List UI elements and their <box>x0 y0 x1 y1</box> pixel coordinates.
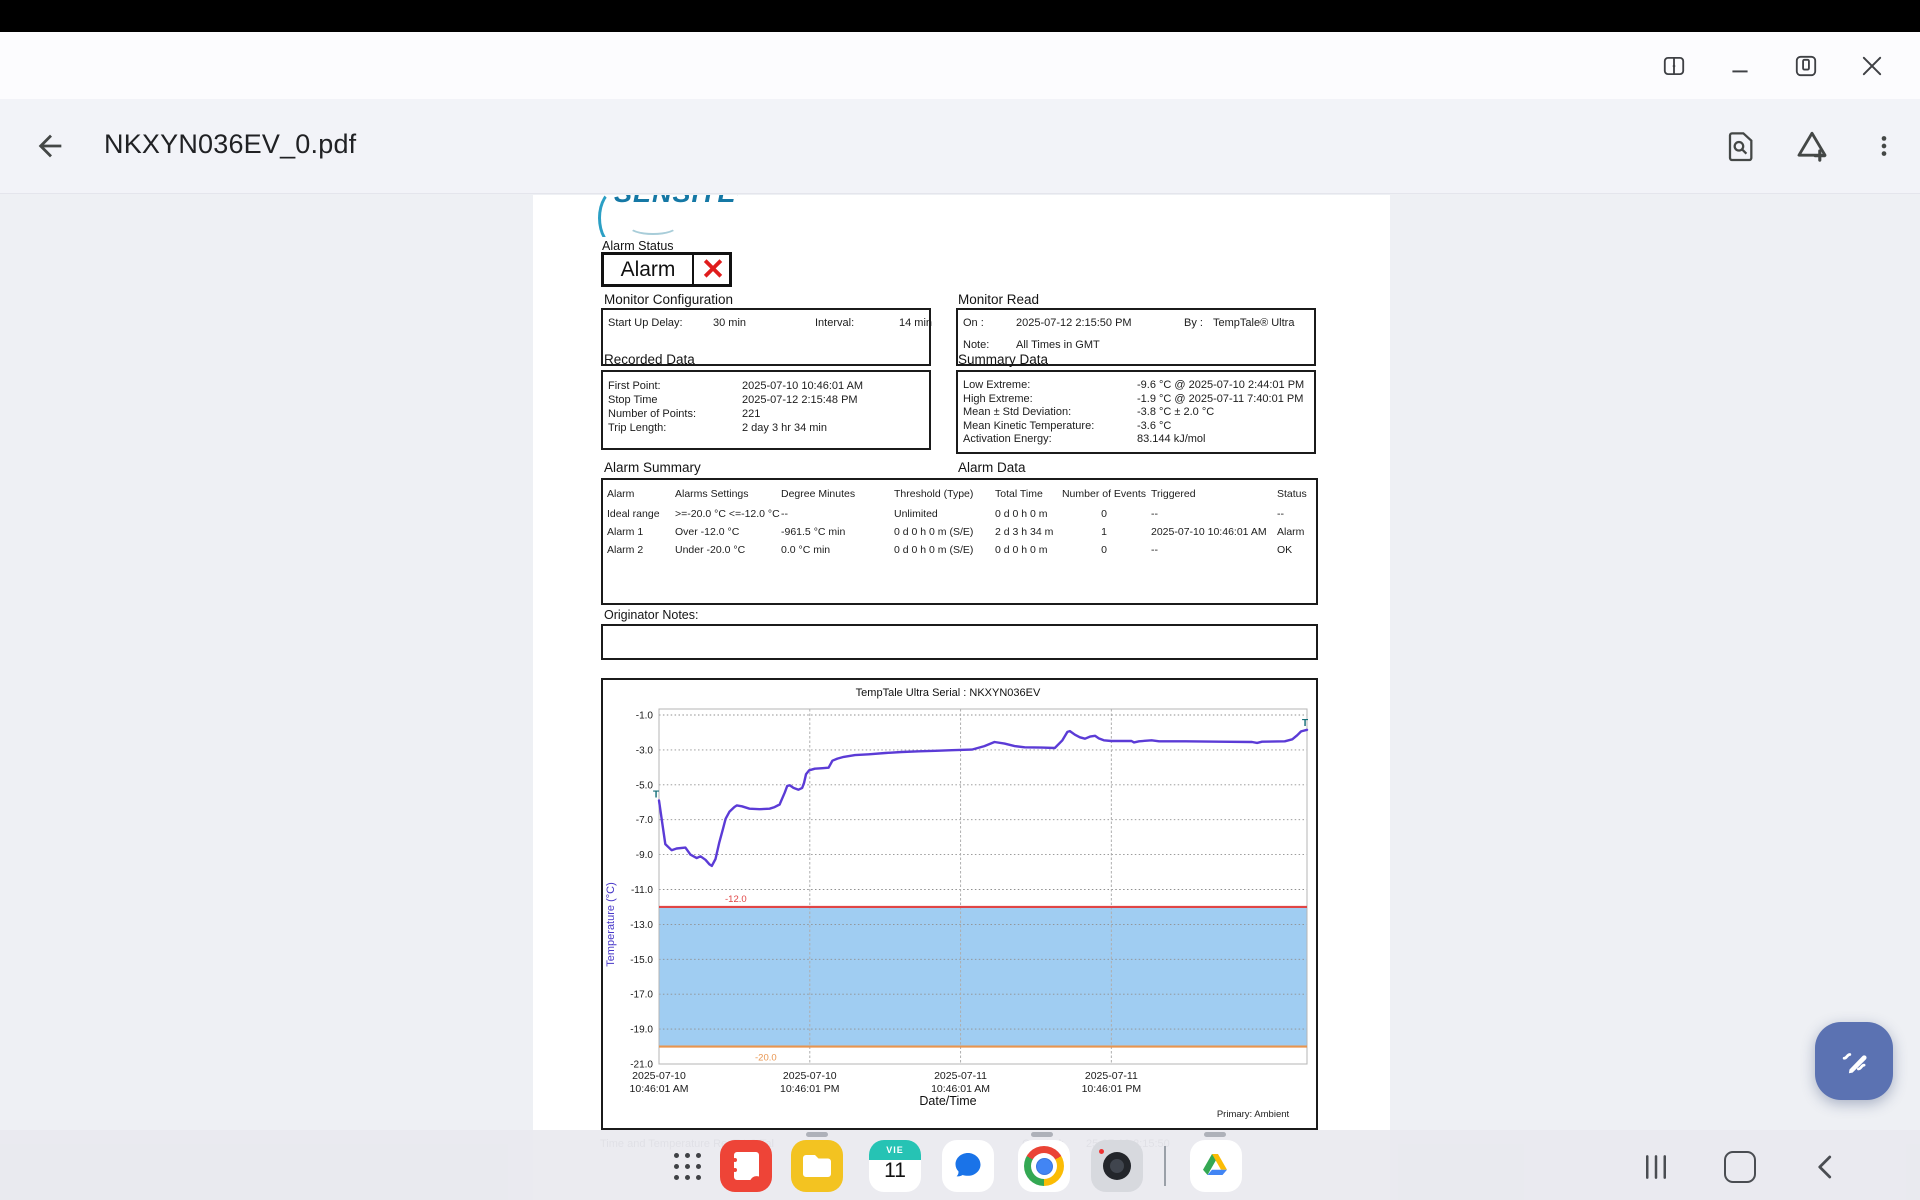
google-drive-app[interactable] <box>1190 1140 1242 1192</box>
minimize-icon <box>1732 70 1748 73</box>
calendar-weekday: VIE <box>869 1140 921 1160</box>
running-indicator-chrome <box>1031 1132 1053 1137</box>
back-button[interactable] <box>28 124 72 168</box>
back-nav-button[interactable] <box>1808 1150 1844 1184</box>
chrome-app[interactable] <box>1018 1140 1070 1192</box>
recents-button[interactable] <box>1638 1150 1674 1184</box>
my-files-icon <box>791 1140 843 1192</box>
minimize-button[interactable] <box>1720 46 1760 86</box>
more-options-button[interactable] <box>1862 124 1906 168</box>
messages-icon <box>942 1140 994 1192</box>
app-drawer-button[interactable] <box>661 1140 713 1192</box>
my-files-app[interactable] <box>791 1140 843 1192</box>
running-indicator-drive <box>1204 1132 1226 1137</box>
add-to-drive-button[interactable] <box>1790 124 1834 168</box>
close-icon <box>1862 56 1882 76</box>
recents-icon <box>1646 1155 1666 1179</box>
more-options-icon <box>1881 136 1887 156</box>
split-screen-button[interactable] <box>1654 46 1694 86</box>
find-in-page-icon <box>1728 132 1753 162</box>
close-window-button[interactable] <box>1852 46 1892 86</box>
document-title: NKXYN036EV_0.pdf <box>104 129 357 159</box>
pop-up-view-icon <box>1795 55 1817 77</box>
calendar-icon: VIE 11 <box>869 1140 921 1192</box>
camera-icon <box>1091 1140 1143 1192</box>
samsung-notes-app[interactable] <box>720 1140 772 1192</box>
add-to-drive-icon <box>1797 131 1827 162</box>
find-in-document-button[interactable] <box>1718 124 1762 168</box>
chrome-icon <box>1018 1140 1070 1192</box>
annotate-pen-icon <box>1842 1053 1867 1074</box>
home-icon <box>1724 1151 1756 1183</box>
pdf-toolbar: NKXYN036EV_0.pdf <box>0 99 1920 194</box>
running-indicator-my-files <box>806 1132 828 1137</box>
taskbar-divider <box>1164 1146 1166 1186</box>
back-nav-icon <box>1818 1155 1832 1179</box>
back-arrow-icon <box>38 134 62 158</box>
home-button[interactable] <box>1722 1150 1758 1184</box>
top-black-bar <box>0 0 1920 32</box>
popup-view-button[interactable] <box>1786 46 1826 86</box>
screen: SENSITECH Serial #:NKXYN036EV Alarm Stat… <box>0 0 1920 1200</box>
split-screen-icon <box>1663 56 1685 76</box>
samsung-notes-icon <box>720 1140 772 1192</box>
app-drawer-icon <box>671 1150 704 1183</box>
google-drive-icon <box>1190 1140 1242 1192</box>
calendar-day: 11 <box>884 1159 906 1182</box>
messages-app[interactable] <box>942 1140 994 1192</box>
calendar-app[interactable]: VIE 11 <box>869 1140 921 1192</box>
annotate-button[interactable] <box>1815 1022 1893 1100</box>
camera-app[interactable] <box>1091 1140 1143 1192</box>
window-titlebar <box>0 32 1920 99</box>
